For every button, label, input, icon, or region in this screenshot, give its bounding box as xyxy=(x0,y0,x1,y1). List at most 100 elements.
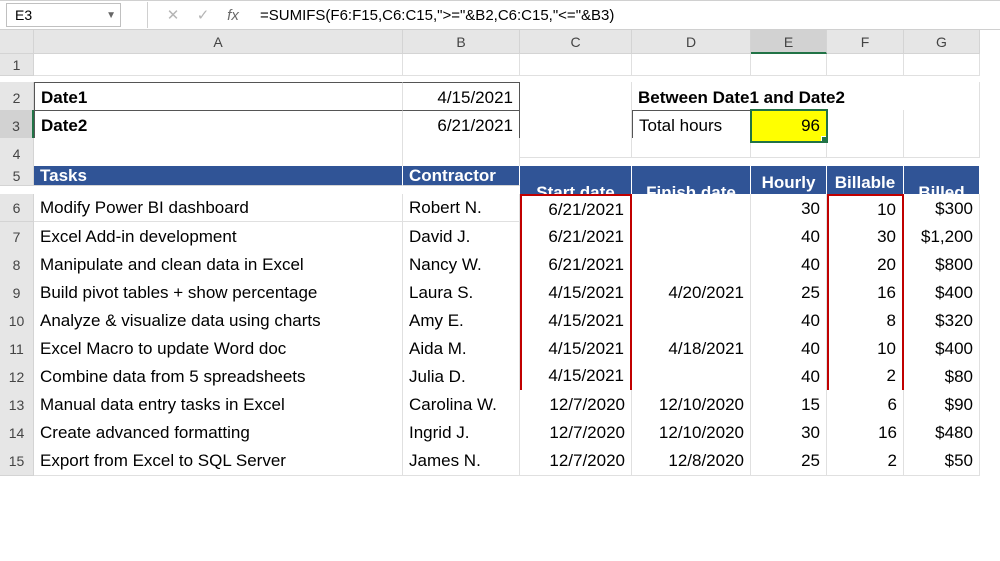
row-header-9[interactable]: 9 xyxy=(0,278,34,308)
finish-cell[interactable] xyxy=(632,306,751,336)
rate-cell[interactable]: 40 xyxy=(751,334,827,364)
hours-cell[interactable]: 6 xyxy=(827,390,904,420)
contractor-cell[interactable]: Robert N. xyxy=(403,194,520,222)
finish-cell[interactable] xyxy=(632,222,751,252)
hours-cell[interactable]: 16 xyxy=(827,278,904,308)
cell[interactable] xyxy=(632,138,751,158)
fx-icon[interactable]: fx xyxy=(218,7,248,24)
cell[interactable] xyxy=(403,54,520,76)
contractor-cell[interactable]: Amy E. xyxy=(403,306,520,336)
start-cell[interactable]: 4/15/2021 xyxy=(520,278,632,308)
billed-cell[interactable]: $400 xyxy=(904,278,980,308)
row-header-7[interactable]: 7 xyxy=(0,222,34,252)
col-header-D[interactable]: D xyxy=(632,30,751,54)
rate-cell[interactable]: 30 xyxy=(751,418,827,448)
formula-input[interactable] xyxy=(248,3,1000,27)
finish-cell[interactable]: 12/10/2020 xyxy=(632,390,751,420)
contractor-cell[interactable]: Aida M. xyxy=(403,334,520,364)
task-cell[interactable]: Excel Add-in development xyxy=(34,222,403,252)
hours-cell[interactable]: 30 xyxy=(827,222,904,252)
rate-cell[interactable]: 15 xyxy=(751,390,827,420)
billed-cell[interactable]: $90 xyxy=(904,390,980,420)
col-header-G[interactable]: G xyxy=(904,30,980,54)
task-cell[interactable]: Excel Macro to update Word doc xyxy=(34,334,403,364)
rate-cell[interactable]: 40 xyxy=(751,306,827,336)
col-header-A[interactable]: A xyxy=(34,30,403,54)
cell[interactable] xyxy=(520,54,632,76)
chevron-down-icon[interactable]: ▼ xyxy=(106,10,116,21)
hours-cell[interactable]: 10 xyxy=(827,334,904,364)
start-cell[interactable]: 6/21/2021 xyxy=(520,194,632,224)
task-cell[interactable]: Analyze & visualize data using charts xyxy=(34,306,403,336)
rate-cell[interactable]: 40 xyxy=(751,362,827,392)
col-header-E[interactable]: E xyxy=(751,30,827,54)
billed-cell[interactable]: $480 xyxy=(904,418,980,448)
finish-cell[interactable] xyxy=(632,362,751,392)
cell[interactable] xyxy=(34,54,403,76)
row-header-12[interactable]: 12 xyxy=(0,362,34,392)
row-header-14[interactable]: 14 xyxy=(0,418,34,448)
task-cell[interactable]: Manual data entry tasks in Excel xyxy=(34,390,403,420)
start-cell[interactable]: 4/15/2021 xyxy=(520,306,632,336)
billed-cell[interactable]: $320 xyxy=(904,306,980,336)
billed-cell[interactable]: $400 xyxy=(904,334,980,364)
task-cell[interactable]: Modify Power BI dashboard xyxy=(34,194,403,222)
hdr-contractor[interactable]: Contractor xyxy=(403,166,520,186)
billed-cell[interactable]: $80 xyxy=(904,362,980,392)
contractor-cell[interactable]: Nancy W. xyxy=(403,250,520,280)
rate-cell[interactable]: 40 xyxy=(751,250,827,280)
row-header-6[interactable]: 6 xyxy=(0,194,34,222)
task-cell[interactable]: Build pivot tables + show percentage xyxy=(34,278,403,308)
finish-cell[interactable] xyxy=(632,194,751,224)
contractor-cell[interactable]: Ingrid J. xyxy=(403,418,520,448)
contractor-cell[interactable]: James N. xyxy=(403,446,520,476)
cell[interactable] xyxy=(904,138,980,158)
row-header-11[interactable]: 11 xyxy=(0,334,34,364)
finish-cell[interactable]: 4/20/2021 xyxy=(632,278,751,308)
cell[interactable] xyxy=(520,138,632,158)
cell[interactable] xyxy=(827,54,904,76)
rate-cell[interactable]: 25 xyxy=(751,278,827,308)
col-header-F[interactable]: F xyxy=(827,30,904,54)
hours-cell[interactable]: 8 xyxy=(827,306,904,336)
row-header-10[interactable]: 10 xyxy=(0,306,34,336)
finish-cell[interactable]: 12/8/2020 xyxy=(632,446,751,476)
start-cell[interactable]: 6/21/2021 xyxy=(520,222,632,252)
finish-cell[interactable] xyxy=(632,250,751,280)
billed-cell[interactable]: $300 xyxy=(904,194,980,224)
billed-cell[interactable]: $50 xyxy=(904,446,980,476)
hours-cell[interactable]: 2 xyxy=(827,446,904,476)
select-all-corner[interactable] xyxy=(0,30,34,54)
hdr-tasks[interactable]: Tasks xyxy=(34,166,403,186)
row-header-1[interactable]: 1 xyxy=(0,54,34,76)
row-header-8[interactable]: 8 xyxy=(0,250,34,280)
hours-cell[interactable]: 2 xyxy=(827,362,904,392)
row-header-13[interactable]: 13 xyxy=(0,390,34,420)
hours-cell[interactable]: 20 xyxy=(827,250,904,280)
cell[interactable] xyxy=(904,54,980,76)
rate-cell[interactable]: 40 xyxy=(751,222,827,252)
sheet-grid[interactable]: 12Date14/15/2021Between Date1 and Date23… xyxy=(0,54,1000,474)
task-cell[interactable]: Manipulate and clean data in Excel xyxy=(34,250,403,280)
billed-cell[interactable]: $1,200 xyxy=(904,222,980,252)
total-hours-value[interactable]: 96 xyxy=(751,110,827,142)
hours-cell[interactable]: 16 xyxy=(827,418,904,448)
finish-cell[interactable]: 12/10/2020 xyxy=(632,418,751,448)
col-header-C[interactable]: C xyxy=(520,30,632,54)
row-header-5[interactable]: 5 xyxy=(0,166,34,186)
billed-cell[interactable]: $800 xyxy=(904,250,980,280)
cell[interactable] xyxy=(632,54,751,76)
task-cell[interactable]: Create advanced formatting xyxy=(34,418,403,448)
rate-cell[interactable]: 30 xyxy=(751,194,827,224)
contractor-cell[interactable]: Laura S. xyxy=(403,278,520,308)
col-header-B[interactable]: B xyxy=(403,30,520,54)
cell[interactable] xyxy=(827,138,904,158)
start-cell[interactable]: 12/7/2020 xyxy=(520,446,632,476)
name-box[interactable]: E3 ▼ xyxy=(6,3,121,27)
contractor-cell[interactable]: David J. xyxy=(403,222,520,252)
hours-cell[interactable]: 10 xyxy=(827,194,904,224)
task-cell[interactable]: Combine data from 5 spreadsheets xyxy=(34,362,403,392)
contractor-cell[interactable]: Carolina W. xyxy=(403,390,520,420)
row-header-15[interactable]: 15 xyxy=(0,446,34,476)
finish-cell[interactable]: 4/18/2021 xyxy=(632,334,751,364)
